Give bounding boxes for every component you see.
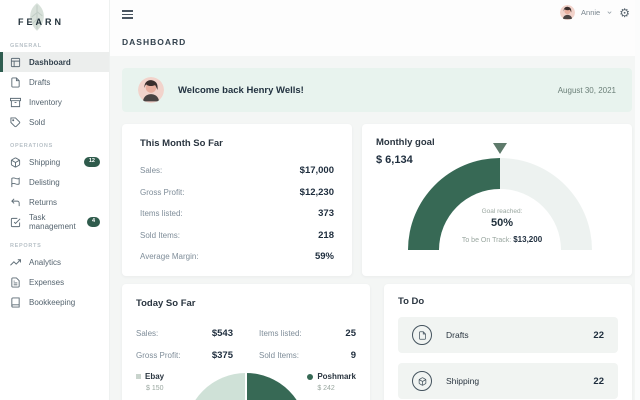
- goal-reached-percent: 50%: [490, 217, 514, 229]
- poshmark-swatch: [307, 373, 314, 380]
- file-icon: [412, 325, 432, 345]
- receipt-icon: [11, 276, 20, 288]
- task-badge: 4: [86, 217, 100, 227]
- sidebar-item-label: Drafts: [29, 77, 51, 87]
- avatar: [560, 5, 576, 20]
- page-title: DASHBOARD: [122, 37, 187, 47]
- todo-item-drafts[interactable]: Drafts 22: [398, 317, 618, 353]
- sidebar-item-analytics[interactable]: Analytics: [0, 252, 109, 272]
- sidebar-item-label: Returns: [29, 197, 58, 207]
- todo-count: 22: [593, 375, 604, 387]
- gear-icon[interactable]: ⚙: [619, 7, 630, 19]
- user-name: Annie: [581, 8, 601, 17]
- file-icon: [11, 76, 20, 88]
- header: Annie ⚙ DASHBOARD: [110, 0, 640, 56]
- sidebar-item-label: Inventory: [29, 97, 62, 107]
- logo-text: FEARN: [18, 17, 64, 27]
- sidebar-item-task-management[interactable]: Task management 4: [0, 212, 109, 232]
- flag-icon: [11, 176, 20, 187]
- gauge-marker-icon: [493, 143, 507, 154]
- sidebar-item-inventory[interactable]: Inventory: [0, 92, 109, 112]
- sidebar-item-bookkeeping[interactable]: Bookkeeping: [0, 292, 109, 312]
- sidebar-item-label: Sold: [29, 117, 46, 127]
- sidebar-item-expenses[interactable]: Expenses: [0, 272, 109, 292]
- dashboard-icon: [10, 57, 21, 67]
- poshmark-value: $ 242: [317, 385, 335, 392]
- stat-row: Average Margin: 59%: [140, 251, 334, 262]
- tag-icon: [10, 116, 21, 127]
- user-menu[interactable]: Annie ⚙: [560, 5, 630, 20]
- goal-reached-label: Goal reached:: [481, 208, 523, 215]
- stat-row: Items listed: 25: [259, 328, 356, 339]
- month-summary-card: This Month So Far Sales: $17,000 Gross P…: [122, 124, 352, 276]
- archive-icon: [10, 97, 21, 107]
- sidebar-item-label: Delisting: [29, 177, 60, 187]
- sidebar-item-returns[interactable]: Returns: [0, 192, 109, 212]
- sidebar-item-label: Bookkeeping: [29, 297, 76, 307]
- ebay-swatch: [136, 374, 141, 379]
- sidebar-item-shipping[interactable]: Shipping 12: [0, 152, 109, 172]
- stat-row: Sales: $17,000: [140, 165, 334, 176]
- on-track-line: To be On Track: $13,200: [461, 235, 543, 244]
- today-summary-card: Today So Far Sales: $543 Gross Profit: $…: [122, 284, 370, 400]
- logo: FEARN: [0, 0, 109, 32]
- todo-label: Shipping: [446, 376, 480, 386]
- today-stats: Sales: $543 Gross Profit: $375 Items lis…: [136, 317, 356, 361]
- card-title: Today So Far: [136, 298, 196, 309]
- sidebar-section-operations: OPERATIONS: [10, 143, 53, 149]
- avatar: [138, 77, 164, 103]
- todo-item-shipping[interactable]: Shipping 22: [398, 363, 618, 399]
- stat-row: Sold Items: 218: [140, 229, 334, 241]
- sidebar-item-label: Task management: [29, 213, 76, 231]
- shipping-badge: 12: [83, 157, 100, 167]
- sidebar-item-delisting[interactable]: Delisting: [0, 172, 109, 192]
- welcome-message: Welcome back Henry Wells!: [178, 84, 304, 96]
- stat-row: Sold Items: 9: [259, 350, 356, 361]
- sidebar-item-label: Expenses: [29, 277, 65, 287]
- card-title: To Do: [398, 296, 425, 307]
- stat-row: Sales: $543: [136, 328, 233, 339]
- hamburger-menu-icon[interactable]: [122, 10, 133, 21]
- sidebar-section-reports: REPORTS: [10, 243, 42, 249]
- todo-label: Drafts: [446, 330, 469, 340]
- book-icon: [11, 296, 20, 308]
- monthly-goal-card: Monthly goal $ 6,134 Goal reached: 50% T…: [362, 124, 632, 276]
- sidebar: FEARN GENERAL Dashboard Drafts Inventory…: [0, 0, 110, 400]
- return-arrow-icon: [11, 198, 20, 206]
- ebay-value: $ 150: [146, 385, 164, 392]
- legend-ebay: Ebay $ 150: [136, 372, 164, 392]
- app-window: FEARN GENERAL Dashboard Drafts Inventory…: [0, 0, 640, 400]
- banner-date: August 30, 2021: [557, 85, 616, 95]
- stat-row: Gross Profit: $375: [136, 350, 233, 361]
- card-title: This Month So Far: [140, 138, 223, 149]
- todo-card: To Do Drafts 22 Shipping 22: [384, 284, 632, 400]
- legend-poshmark: Poshmark $ 242: [307, 372, 356, 392]
- scrollbar[interactable]: [635, 0, 640, 400]
- sidebar-item-dashboard[interactable]: Dashboard: [0, 52, 109, 72]
- sidebar-item-drafts[interactable]: Drafts: [0, 72, 109, 92]
- welcome-banner: Welcome back Henry Wells! August 30, 202…: [122, 68, 632, 112]
- chevron-down-icon: [607, 11, 612, 14]
- card-title: Monthly goal: [376, 137, 435, 148]
- main-content: Welcome back Henry Wells! August 30, 202…: [110, 56, 640, 400]
- sidebar-item-label: Shipping: [29, 157, 61, 167]
- package-icon: [10, 156, 21, 168]
- sidebar-item-label: Dashboard: [29, 57, 71, 67]
- todo-count: 22: [593, 329, 604, 341]
- check-square-icon: [10, 217, 21, 227]
- sidebar-item-sold[interactable]: Sold: [0, 112, 109, 132]
- goal-amount: $ 6,134: [376, 154, 413, 166]
- package-icon: [412, 371, 432, 391]
- gauge-text: Goal reached: 50% To be On Track: $13,20…: [420, 208, 584, 244]
- stat-row: Items listed: 373: [140, 208, 334, 219]
- stat-row: Gross Profit: $12,230: [140, 186, 334, 198]
- on-track-value: $13,200: [513, 235, 543, 244]
- chart-icon: [10, 258, 21, 266]
- sidebar-item-label: Analytics: [29, 257, 62, 267]
- pie-divider: [245, 373, 247, 400]
- sidebar-section-general: GENERAL: [10, 43, 42, 49]
